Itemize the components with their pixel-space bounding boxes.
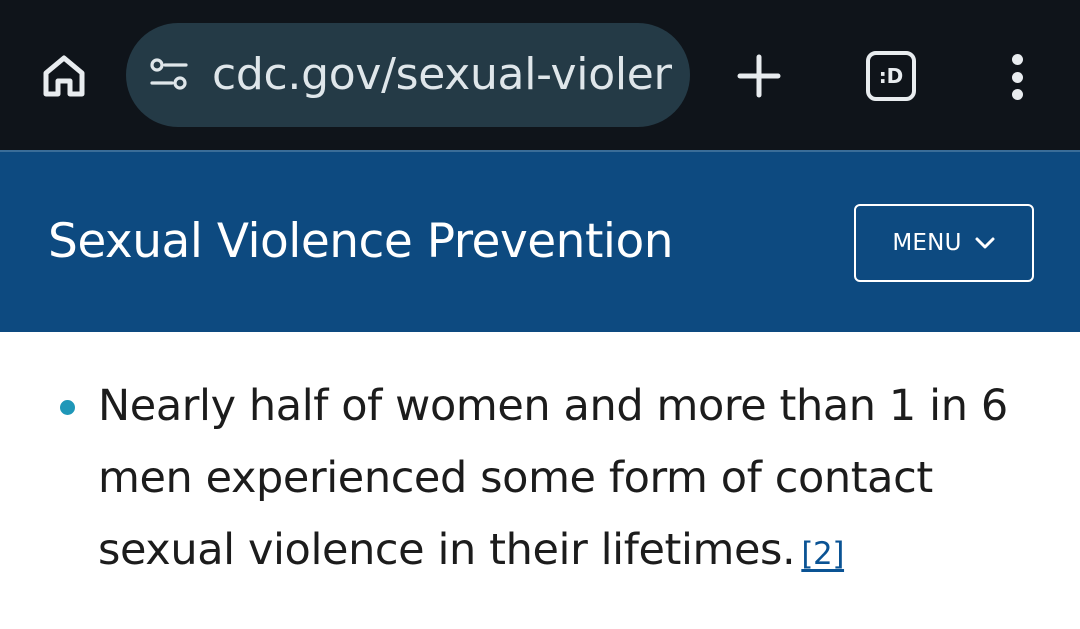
- list-item: Nearly half of women and more than 1 in …: [98, 370, 1038, 590]
- address-bar[interactable]: cdc.gov/sexual-violenc: [126, 23, 690, 127]
- browser-toolbar: cdc.gov/sexual-violenc :D: [0, 0, 1080, 150]
- chevron-down-icon: [974, 236, 996, 250]
- main-content: Nearly half of women and more than 1 in …: [0, 332, 1080, 629]
- bullet-marker: [60, 400, 75, 415]
- new-tab-button[interactable]: [728, 50, 790, 102]
- menu-button[interactable]: MENU: [854, 204, 1034, 282]
- citation-link[interactable]: [2]: [801, 536, 844, 572]
- menu-button-label: MENU: [892, 230, 962, 256]
- tune-icon[interactable]: [148, 57, 190, 93]
- url-text[interactable]: cdc.gov/sexual-violenc: [212, 23, 672, 127]
- tab-switcher-button[interactable]: :D: [866, 51, 916, 101]
- tab-switcher-label: :D: [878, 64, 904, 88]
- more-vert-icon-dot: [1011, 71, 1023, 83]
- plus-icon: [737, 54, 781, 98]
- bullet-text: Nearly half of women and more than 1 in …: [98, 381, 1008, 575]
- page-title[interactable]: Sexual Violence Prevention: [48, 204, 674, 280]
- more-vert-icon: [1011, 54, 1023, 65]
- home-icon: [43, 55, 85, 97]
- overflow-menu-button[interactable]: [996, 50, 1038, 104]
- home-button[interactable]: [36, 48, 92, 104]
- site-header: Sexual Violence Prevention MENU: [0, 150, 1080, 332]
- more-vert-icon-dot: [1011, 89, 1023, 100]
